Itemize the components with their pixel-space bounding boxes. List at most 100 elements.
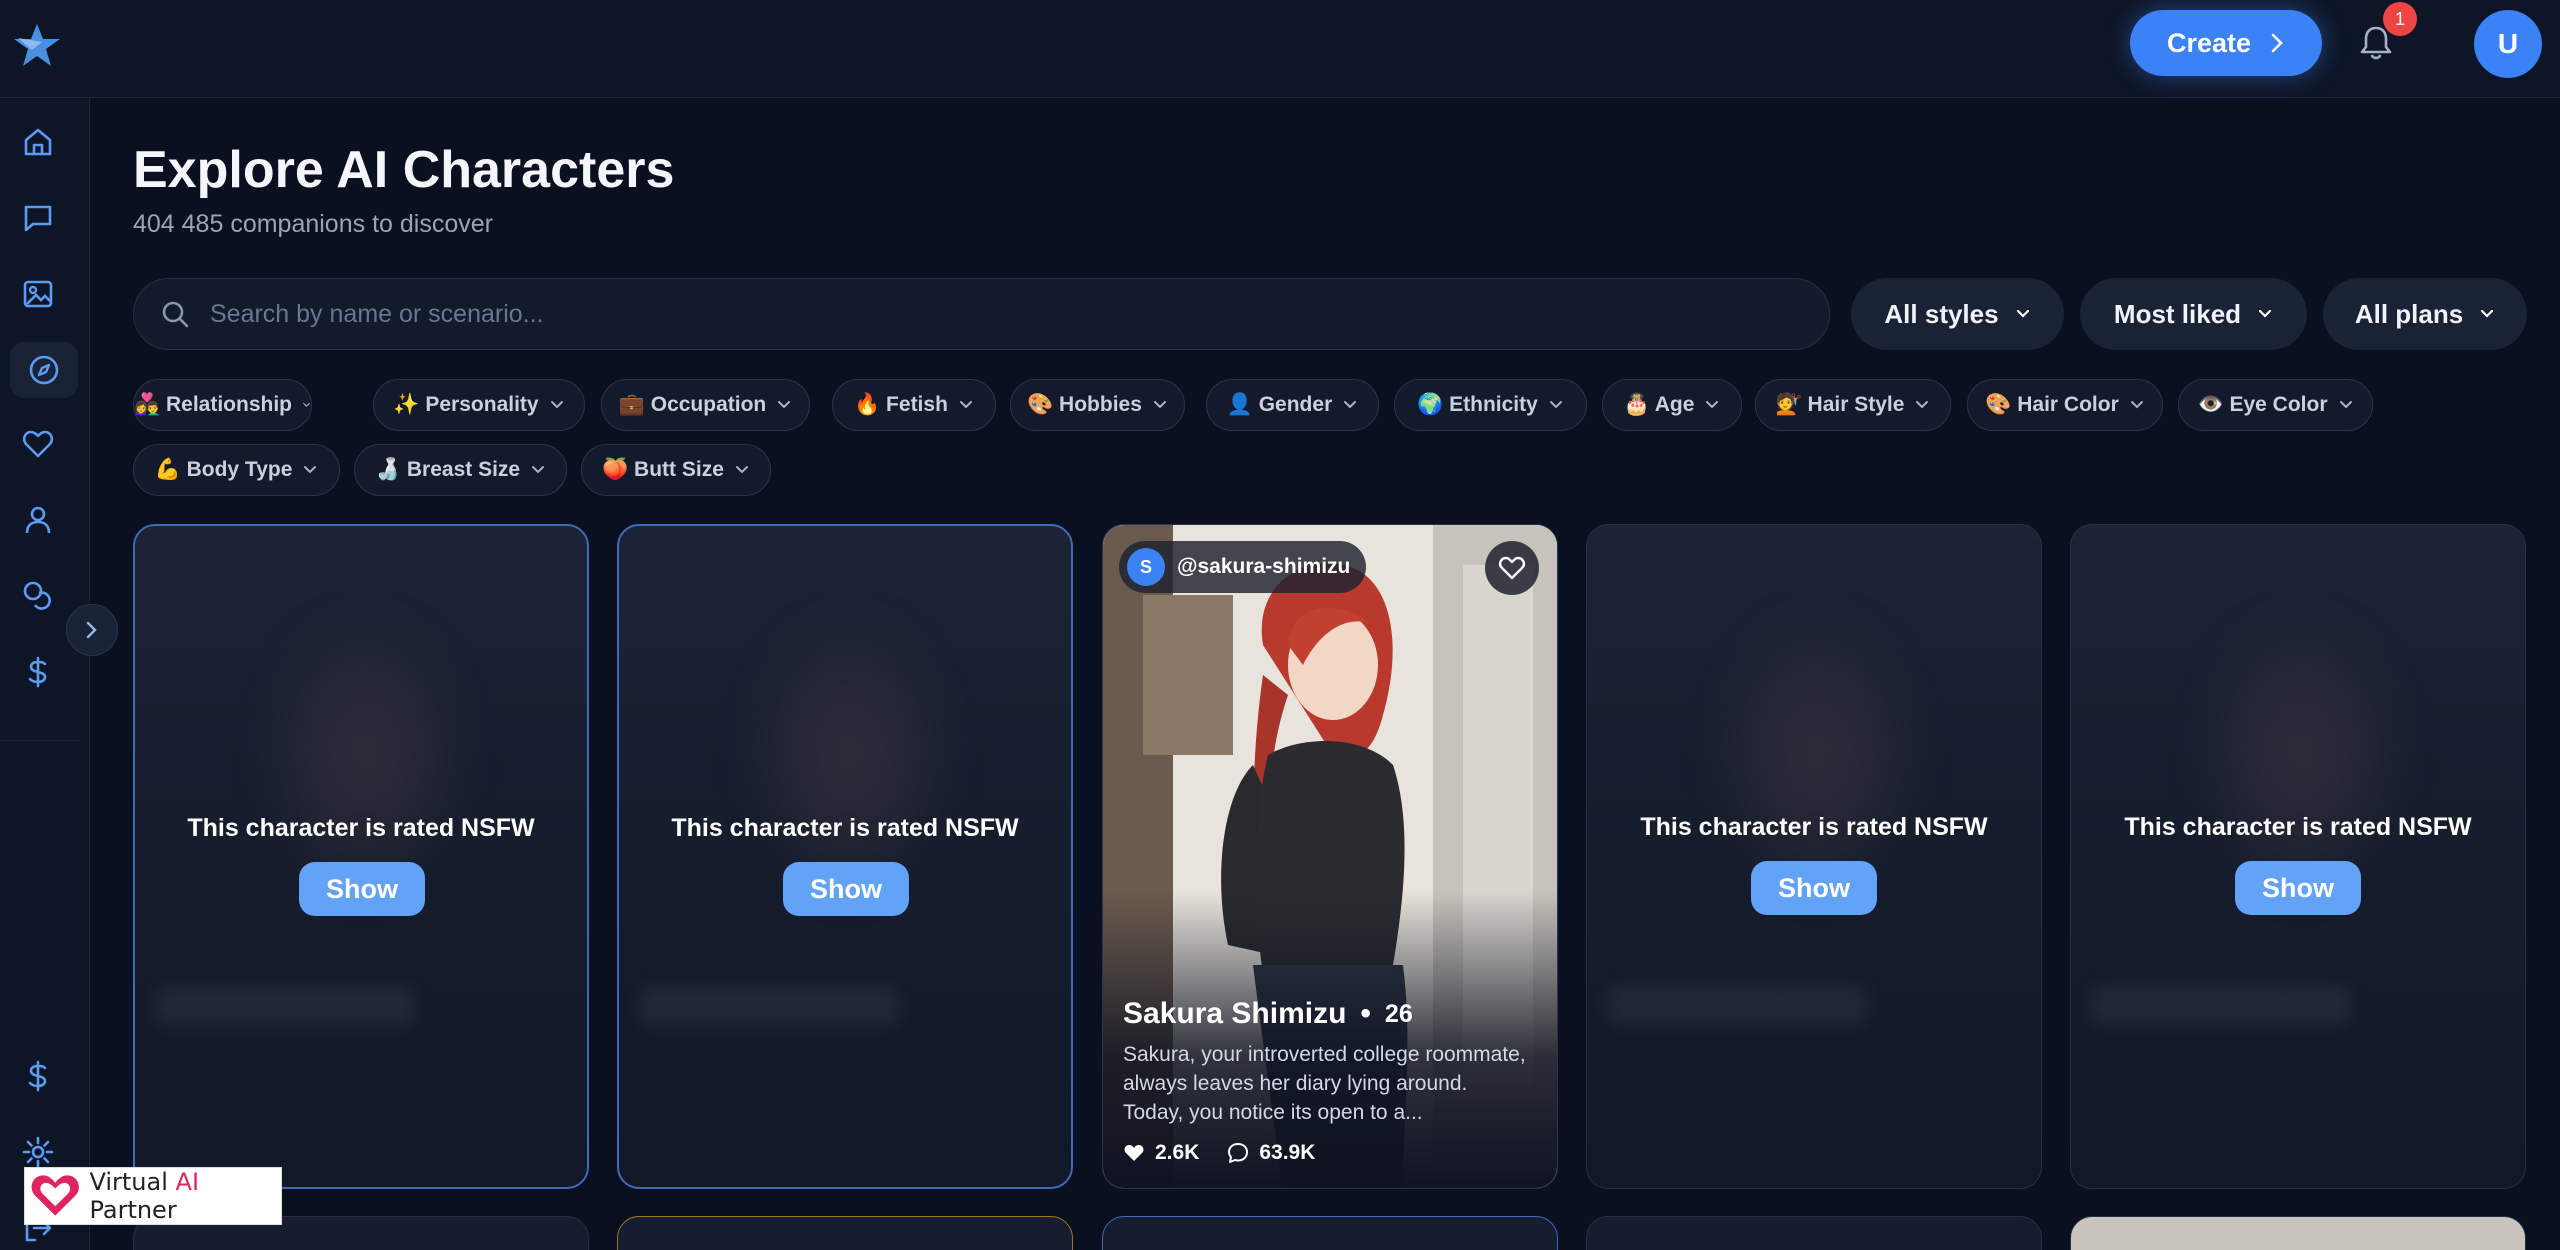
home-icon: [24, 128, 52, 156]
search-bar[interactable]: [133, 278, 1830, 350]
character-card-nsfw[interactable]: This character is rated NSFW Show: [617, 524, 1073, 1189]
page-title: Explore AI Characters: [133, 141, 675, 199]
character-stats: 2.6K 63.9K: [1123, 1141, 1315, 1165]
user-avatar[interactable]: U: [2474, 10, 2542, 78]
heart-icon: [22, 430, 54, 458]
dollar-icon: [28, 1060, 47, 1092]
character-card-nsfw[interactable]: This character is rated NSFW Show: [2070, 524, 2526, 1189]
character-card-nsfw[interactable]: This character is rated NSFW Show: [133, 524, 589, 1189]
messages-count: 63.9K: [1259, 1141, 1316, 1164]
heart-filled-icon: [1124, 1145, 1144, 1161]
plans-dropdown-label: All plans: [2354, 298, 2464, 329]
filter-gender[interactable]: 👤 Gender: [1206, 379, 1379, 431]
character-description: Sakura, your introverted college roommat…: [1123, 1043, 1526, 1124]
show-button[interactable]: Show: [2235, 861, 2361, 915]
character-card-featured[interactable]: S @sakura-shimizu Sakura Shimizu • 26 Sa…: [1102, 524, 1558, 1189]
filter-butt-size[interactable]: 🍑 Butt Size: [581, 444, 771, 496]
gear-icon: [22, 1136, 54, 1168]
filter-label: 💪 Body Type: [154, 458, 293, 481]
character-card-peek[interactable]: [1586, 1216, 2042, 1250]
filter-body-type[interactable]: 💪 Body Type: [133, 444, 340, 496]
favorite-button[interactable]: [1485, 541, 1539, 595]
plans-dropdown[interactable]: All plans: [2323, 278, 2527, 350]
blurred-caption: [155, 986, 415, 1026]
blurred-caption: [1607, 985, 1867, 1025]
sidebar-item-explore[interactable]: [10, 342, 78, 398]
notification-badge: 1: [2383, 2, 2417, 36]
character-card-peek[interactable]: [2070, 1216, 2526, 1250]
sidebar-divider: [0, 740, 80, 741]
chevron-right-icon: [2271, 33, 2283, 53]
character-card-peek[interactable]: [617, 1216, 1073, 1250]
create-button[interactable]: Create: [2130, 10, 2322, 76]
show-button[interactable]: Show: [1751, 861, 1877, 915]
companions-count: 404 485 companions to discover: [133, 210, 493, 238]
show-button[interactable]: Show: [299, 862, 425, 916]
filter-eye-color[interactable]: 👁️ Eye Color: [2178, 379, 2373, 431]
chevron-down-icon: [778, 401, 791, 409]
blurred-caption: [2091, 985, 2351, 1025]
sidebar-expand-button[interactable]: [66, 604, 118, 656]
chevron-down-icon: [304, 466, 317, 474]
heart-logo-icon: [31, 1175, 79, 1216]
filter-hobbies[interactable]: 🎨 Hobbies: [1010, 379, 1185, 431]
filter-hair-style[interactable]: 💇 Hair Style: [1755, 379, 1951, 431]
filter-label: 💼 Occupation: [618, 393, 767, 416]
filter-hair-color[interactable]: 🎨 Hair Color: [1967, 379, 2163, 431]
chevron-down-icon: [2130, 401, 2143, 409]
filter-personality[interactable]: ✨ Personality: [373, 379, 585, 431]
filter-label: 🎨 Hair Color: [1985, 393, 2119, 416]
create-button-label: Create: [2166, 27, 2252, 58]
show-button[interactable]: Show: [783, 862, 909, 916]
heart-icon: [1498, 556, 1526, 580]
chevron-down-icon: [532, 466, 545, 474]
logo-star-icon[interactable]: [12, 22, 62, 68]
filter-ethnicity[interactable]: 🌍 Ethnicity: [1394, 379, 1587, 431]
sidebar-item-coins[interactable]: [18, 576, 58, 616]
chevron-right-icon: [86, 621, 97, 639]
dollar-icon: [28, 656, 47, 688]
blurred-image: [1707, 605, 1927, 905]
character-age: 26: [1384, 999, 1413, 1028]
search-input[interactable]: [210, 299, 1710, 329]
partner-text-ai: AI: [175, 1168, 200, 1196]
chevron-down-icon: [2481, 309, 2494, 318]
chat-icon: [24, 205, 52, 232]
filter-label: 👁️ Eye Color: [2197, 393, 2328, 416]
sidebar-item-home[interactable]: [18, 122, 58, 162]
sidebar-item-pricing-bottom[interactable]: [18, 1056, 58, 1096]
top-bar: Create 1 U: [0, 0, 2560, 98]
sidebar-item-gallery[interactable]: [18, 274, 58, 314]
chevron-down-icon: [1549, 401, 1562, 409]
chevron-down-icon: [2339, 401, 2352, 409]
filter-label: ✨ Personality: [393, 393, 539, 416]
sort-dropdown-label: Most liked: [2113, 298, 2242, 329]
creator-handle[interactable]: S @sakura-shimizu: [1119, 541, 1367, 593]
blurred-image: [255, 606, 475, 906]
character-card-nsfw[interactable]: This character is rated NSFW Show: [1586, 524, 2042, 1189]
creator-handle-text: @sakura-shimizu: [1177, 555, 1351, 578]
styles-dropdown-label: All styles: [1884, 298, 1999, 329]
virtual-ai-partner-badge[interactable]: Virtual AI Partner: [24, 1167, 282, 1225]
filter-fetish[interactable]: 🔥 Fetish: [832, 379, 996, 431]
search-icon: [162, 301, 189, 328]
character-card-peek[interactable]: [1102, 1216, 1558, 1250]
filter-label: 🎂 Age: [1623, 393, 1695, 416]
filter-breast-size[interactable]: 🍶 Breast Size: [354, 444, 567, 496]
styles-dropdown[interactable]: All styles: [1851, 278, 2064, 350]
filter-age[interactable]: 🎂 Age: [1602, 379, 1742, 431]
filter-occupation[interactable]: 💼 Occupation: [601, 379, 810, 431]
chevron-down-icon: [959, 401, 972, 409]
partner-text-virtual: Virtual: [89, 1168, 176, 1196]
sidebar-item-chat[interactable]: [18, 198, 58, 238]
sidebar-item-settings[interactable]: [18, 1132, 58, 1172]
sidebar-item-pricing[interactable]: [18, 652, 58, 692]
sidebar-item-profile[interactable]: [18, 500, 58, 540]
chevron-down-icon: [1153, 401, 1166, 409]
name-separator: •: [1360, 997, 1371, 1030]
sort-dropdown[interactable]: Most liked: [2080, 278, 2307, 350]
filter-relationship[interactable]: 👩‍❤️‍👨 Relationship: [133, 379, 312, 431]
chevron-down-icon: [735, 466, 748, 474]
messages-stat: 63.9K: [1227, 1141, 1315, 1165]
sidebar-item-favorites[interactable]: [18, 424, 58, 464]
